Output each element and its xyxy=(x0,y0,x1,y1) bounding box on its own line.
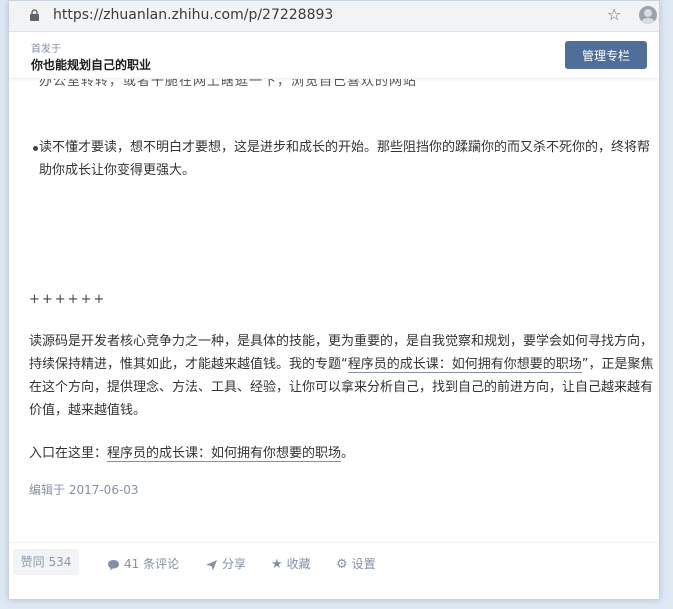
address-bar[interactable]: https://zhuanlan.zhihu.com/p/27228893 ☆ xyxy=(9,1,659,32)
comments-label: 41 条评论 xyxy=(124,557,180,571)
avatar-body xyxy=(641,18,655,24)
share-label: 分享 xyxy=(222,557,247,571)
entry-paragraph: 入口在这里：程序员的成长课：如何拥有你想要的职场。 xyxy=(29,442,655,465)
bullet-list-item: 读不懂才要读，想不明白才要想，这是进步和成长的开始。那些阻挡你的蹂躏你的而又杀不… xyxy=(29,136,655,182)
article-paragraph: 读源码是开发者核心竞争力之一种，是具体的技能，更为重要的，是自我觉察和规划，要学… xyxy=(29,330,655,422)
edited-date: 编辑于 2017-06-03 xyxy=(29,483,139,497)
share-icon xyxy=(206,559,217,570)
avatar-head xyxy=(644,9,652,17)
comment-icon xyxy=(108,559,119,570)
settings-label: 设置 xyxy=(351,557,376,571)
profile-avatar[interactable] xyxy=(639,6,657,24)
bullet-text: 读不懂才要读，想不明白才要想，这是进步和成长的开始。那些阻挡你的蹂躏你的而又杀不… xyxy=(39,140,651,178)
star-icon: ★ xyxy=(271,557,283,572)
course-link-inline[interactable]: 程序员的成长课：如何拥有你想要的职场 xyxy=(347,357,582,373)
action-bar: 赞同 534 41 条评论 分享 ★ 收藏 ⚙ 设置 xyxy=(9,542,659,583)
url-text[interactable]: https://zhuanlan.zhihu.com/p/27228893 xyxy=(53,7,333,23)
browser-window: https://zhuanlan.zhihu.com/p/27228893 ☆ … xyxy=(8,0,660,600)
published-on-label: 首发于 xyxy=(31,44,61,55)
course-entry-link[interactable]: 程序员的成长课：如何拥有你想要的职场 xyxy=(107,446,342,462)
favorite-button[interactable]: ★ 收藏 xyxy=(271,555,311,572)
lock-icon xyxy=(30,9,39,21)
share-button[interactable]: 分享 xyxy=(205,555,246,572)
entry-prefix: 入口在这里： xyxy=(29,446,108,461)
favorite-label: 收藏 xyxy=(286,557,311,571)
entry-suffix: 。 xyxy=(341,446,355,461)
bookmark-star-icon[interactable]: ☆ xyxy=(607,5,621,24)
gear-icon: ⚙ xyxy=(336,557,348,572)
manage-column-button[interactable]: 管理专栏 xyxy=(565,41,647,69)
column-header: 首发于 你也能规划自己的职业 管理专栏 xyxy=(9,32,659,79)
comments-button[interactable]: 41 条评论 xyxy=(107,555,179,572)
column-name-link[interactable]: 你也能规划自己的职业 xyxy=(31,56,151,73)
vote-button[interactable]: 赞同 534 xyxy=(13,549,79,575)
separator-plus-signs: ++++++ xyxy=(29,292,107,307)
settings-button[interactable]: ⚙ 设置 xyxy=(336,555,376,572)
bullet-dot xyxy=(33,146,38,151)
